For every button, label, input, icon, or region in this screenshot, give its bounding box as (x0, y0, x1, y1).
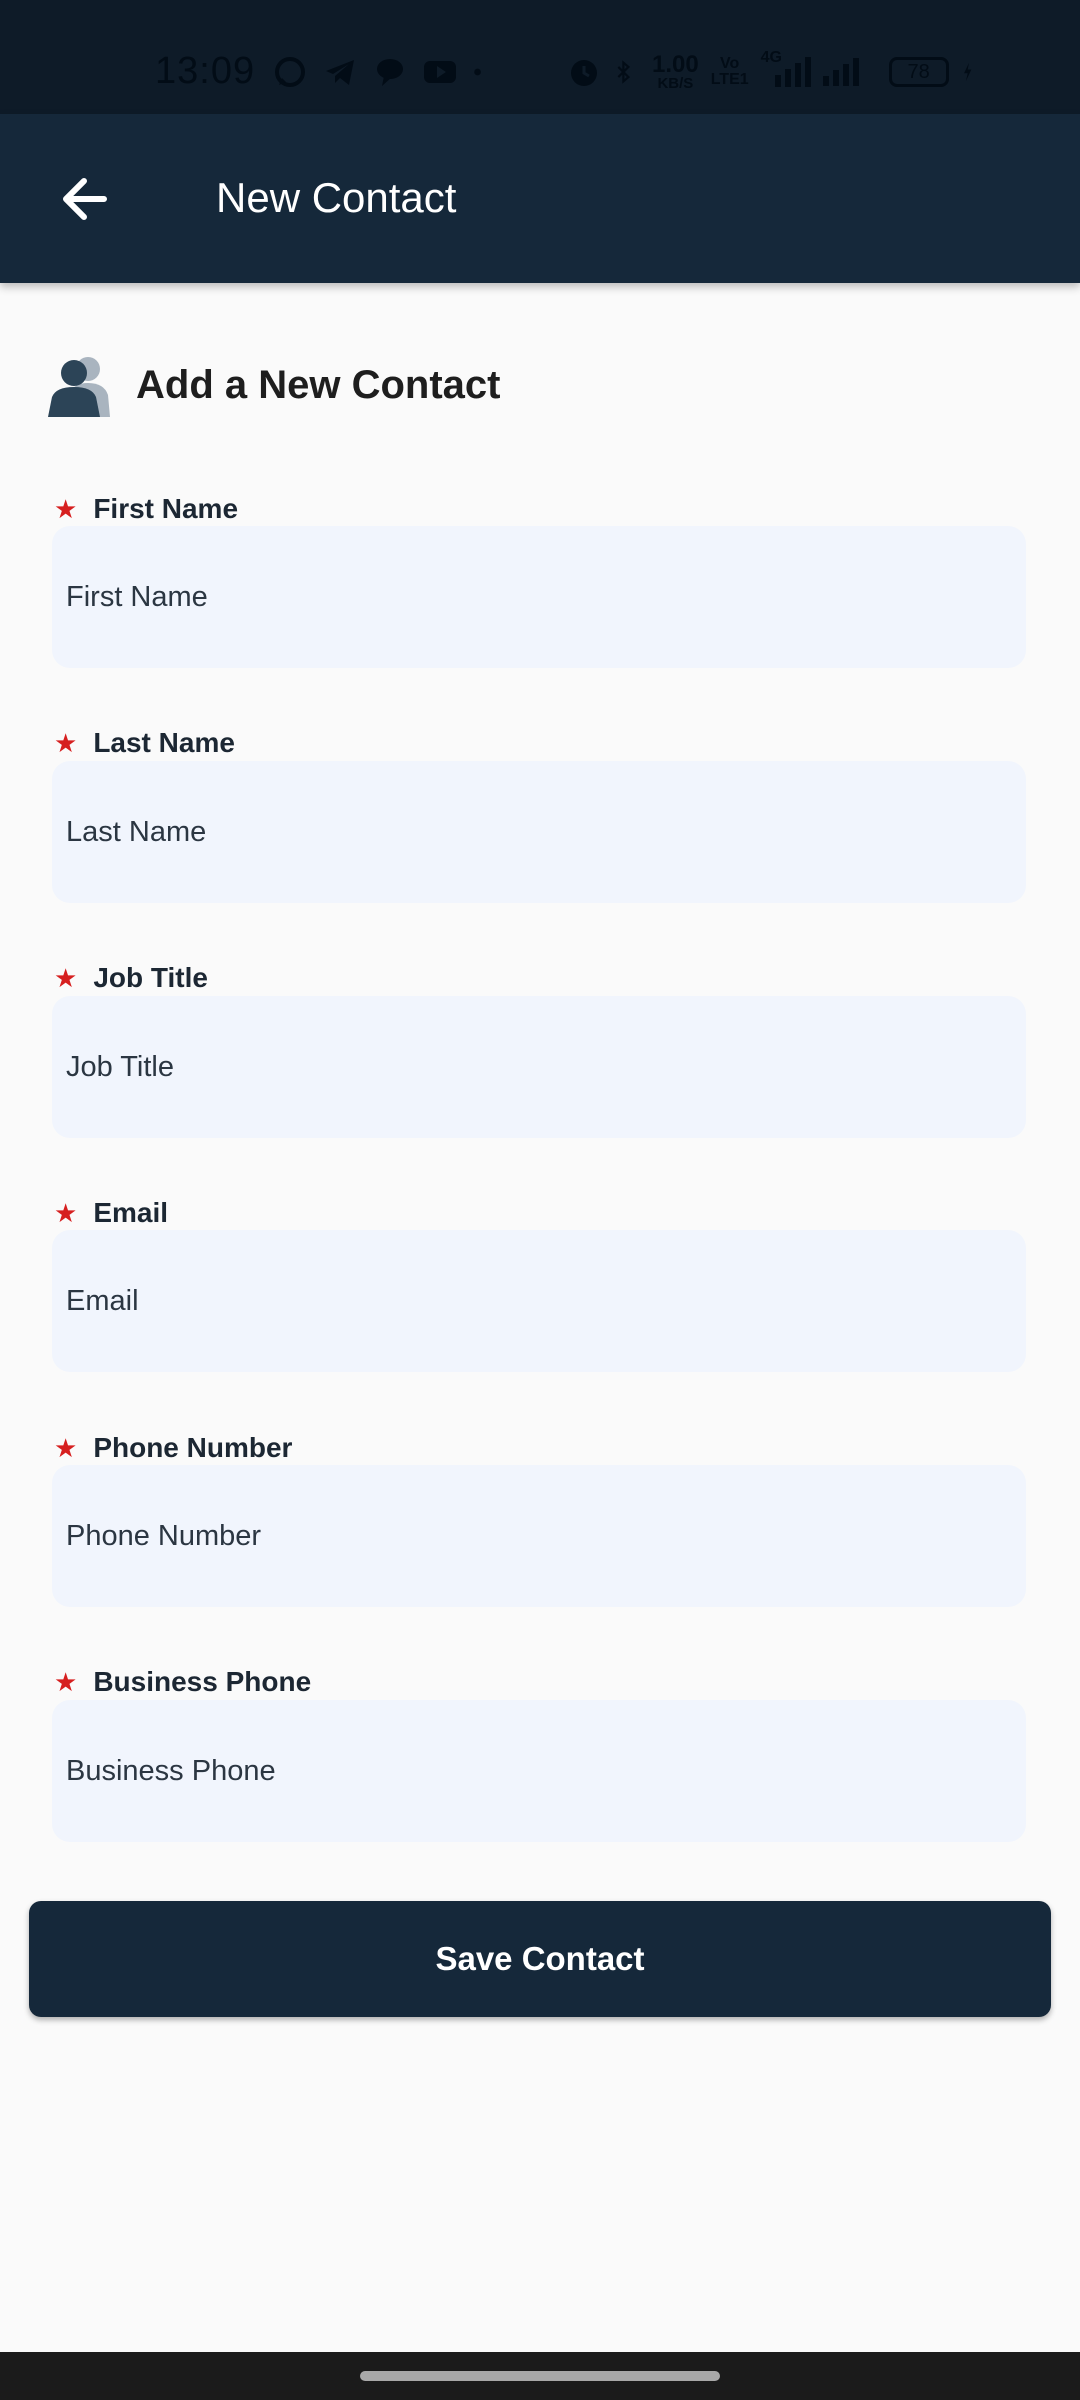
page-title: New Contact (216, 174, 457, 221)
signal-strength-icon (822, 58, 859, 86)
contacts-silhouette-icon (48, 357, 110, 417)
email-input[interactable] (52, 1230, 1026, 1372)
signal-4g: 4G (761, 49, 811, 87)
telegram-icon (326, 60, 354, 85)
app-bar: New Contact (0, 114, 1080, 283)
system-icons: 1.00 KB/S Vo LTE1 4G 78 (566, 49, 983, 94)
whatsapp-icon (275, 57, 305, 87)
dot-icon (474, 68, 481, 76)
phone-number-label-text: Phone Number (93, 1432, 293, 1463)
navigation-bar (0, 2352, 1080, 2400)
email-label: ★ Email (54, 1193, 168, 1233)
required-star-icon: ★ (54, 1432, 78, 1463)
first-name-label-text: First Name (93, 493, 239, 524)
volte-top: Vo (720, 55, 740, 72)
data-speed-value: 1.00 (652, 50, 699, 78)
business-phone-label: ★ Business Phone (54, 1662, 311, 1702)
signal-bar (774, 75, 781, 87)
required-star-icon: ★ (54, 493, 78, 524)
first-name-input[interactable] (52, 526, 1026, 668)
business-phone-input[interactable] (52, 1700, 1026, 1842)
signal-bar (784, 69, 791, 87)
email-label-text: Email (93, 1197, 169, 1228)
required-star-icon: ★ (54, 1666, 78, 1697)
signal-bar (804, 57, 811, 87)
chat-bubble-icon (377, 59, 403, 86)
bluetooth-icon (617, 60, 631, 84)
data-speed: 1.00 KB/S (652, 50, 699, 92)
signal-bar (842, 64, 849, 86)
data-speed-unit: KB/S (657, 74, 694, 92)
alarm-icon (571, 60, 597, 86)
signal-bar (822, 76, 829, 86)
signal-bar (832, 70, 839, 86)
youtube-icon (424, 61, 456, 83)
battery-level: 78 (907, 61, 930, 83)
arrow-left-icon (63, 178, 107, 220)
required-star-icon: ★ (54, 962, 78, 993)
last-name-input[interactable] (52, 761, 1026, 903)
job-title-label-text: Job Title (93, 962, 208, 993)
business-phone-label-text: Business Phone (93, 1666, 312, 1697)
status-time: 13:09 (155, 50, 256, 92)
last-name-label-text: Last Name (93, 727, 235, 758)
required-star-icon: ★ (54, 727, 78, 758)
save-contact-button[interactable]: Save Contact (29, 1901, 1051, 2017)
last-name-label: ★ Last Name (54, 723, 235, 763)
network-type-label: 4G (760, 49, 782, 66)
phone-number-label: ★ Phone Number (54, 1428, 292, 1468)
first-name-label: ★ First Name (54, 489, 238, 529)
job-title-label: ★ Job Title (54, 958, 208, 998)
phone-number-input[interactable] (52, 1465, 1026, 1607)
required-star-icon: ★ (54, 1197, 78, 1228)
signal-bar (852, 58, 859, 86)
charging-icon (963, 62, 972, 82)
volte-indicator: Vo LTE1 (711, 56, 749, 88)
section-title: Add a New Contact (136, 362, 501, 407)
job-title-input[interactable] (52, 996, 1026, 1138)
home-indicator[interactable] (360, 2371, 720, 2381)
battery-icon: 78 (888, 57, 949, 87)
section-header: Add a New Contact (44, 350, 500, 420)
notification-icons (272, 52, 492, 92)
signal-bar (794, 63, 801, 87)
back-button[interactable] (44, 164, 124, 234)
status-bar: 13:09 1.00 KB/S Vo LTE1 4G 78 (0, 0, 1080, 114)
volte-bottom: LTE1 (710, 71, 749, 88)
